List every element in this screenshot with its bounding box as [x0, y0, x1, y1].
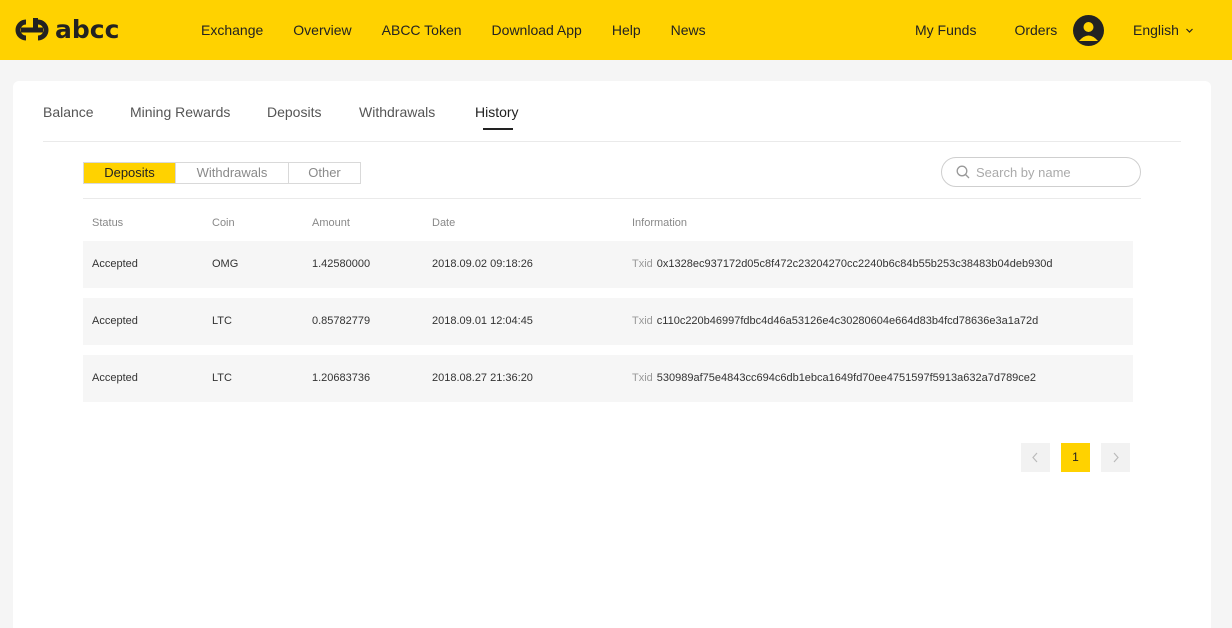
nav-download-app[interactable]: Download App	[492, 0, 582, 60]
chevron-left-icon	[1032, 452, 1038, 463]
active-tab-underline	[483, 128, 513, 130]
row-status: Accepted	[92, 258, 138, 270]
row-amount: 0.85782779	[312, 315, 371, 327]
language-label: English	[1133, 22, 1179, 38]
table-row: Accepted LTC 1.20683736 2018.08.27 21:36…	[83, 355, 1133, 402]
txid-label: Txid	[632, 258, 653, 270]
row-coin: LTC	[212, 372, 232, 384]
row-information: Txid c110c220b46997fdbc4d46a53126e4c30280…	[632, 315, 1038, 327]
tab-withdrawals[interactable]: Withdrawals	[359, 104, 435, 120]
column-header-date: Date	[432, 217, 456, 229]
row-coin: LTC	[212, 315, 232, 327]
nav-overview[interactable]: Overview	[293, 0, 351, 60]
search-box	[941, 157, 1141, 187]
funds-tabs: Balance Mining Rewards Deposits Withdraw…	[43, 81, 1181, 142]
column-header-information: Information	[632, 217, 688, 229]
row-information: Txid 530989af75e4843cc694c6db1ebca1649fd7…	[632, 372, 1036, 384]
row-date: 2018.09.01 12:04:45	[432, 315, 533, 327]
row-amount: 1.20683736	[312, 372, 371, 384]
column-header-amount: Amount	[312, 217, 350, 229]
nav-my-funds[interactable]: My Funds	[915, 0, 976, 60]
nav-exchange[interactable]: Exchange	[201, 0, 263, 60]
column-header-status: Status	[92, 217, 124, 229]
history-filter: Deposits Withdrawals Other	[83, 162, 361, 184]
chevron-down-icon	[1185, 28, 1193, 33]
column-header-coin: Coin	[212, 217, 235, 229]
row-status: Accepted	[92, 315, 138, 327]
nav-orders[interactable]: Orders	[1014, 0, 1057, 60]
filter-deposits-button[interactable]: Deposits	[84, 163, 176, 183]
nav-help[interactable]: Help	[612, 0, 641, 60]
txid-value[interactable]: 530989af75e4843cc694c6db1ebca1649fd70ee4…	[657, 372, 1036, 384]
abcc-logo-icon	[15, 18, 49, 41]
txid-label: Txid	[632, 315, 653, 327]
filter-withdrawals-button[interactable]: Withdrawals	[176, 163, 289, 183]
table-row: Accepted LTC 0.85782779 2018.09.01 12:04…	[83, 298, 1133, 345]
txid-value[interactable]: 0x1328ec937172d05c8f472c23204270cc2240b6…	[657, 258, 1053, 270]
row-status: Accepted	[92, 372, 138, 384]
tab-history[interactable]: History	[475, 104, 519, 120]
filter-other-button[interactable]: Other	[289, 163, 360, 183]
nav-news[interactable]: News	[671, 0, 706, 60]
row-coin: OMG	[212, 258, 239, 270]
chevron-right-icon	[1113, 452, 1119, 463]
logo-text: abcc	[55, 15, 120, 44]
txid-label: Txid	[632, 372, 653, 384]
user-avatar-icon[interactable]	[1073, 15, 1104, 46]
row-date: 2018.08.27 21:36:20	[432, 372, 533, 384]
filter-divider	[83, 198, 1141, 199]
txid-value[interactable]: c110c220b46997fdbc4d46a53126e4c30280604e…	[657, 315, 1039, 327]
main-nav: Exchange Overview ABCC Token Download Ap…	[201, 0, 736, 60]
page-1-button[interactable]: 1	[1061, 443, 1090, 472]
language-selector[interactable]: English	[1133, 0, 1194, 60]
tab-mining-rewards[interactable]: Mining Rewards	[130, 104, 230, 120]
tab-balance[interactable]: Balance	[43, 104, 94, 120]
table-row: Accepted OMG 1.42580000 2018.09.02 09:18…	[83, 241, 1133, 288]
nav-abcc-token[interactable]: ABCC Token	[382, 0, 462, 60]
search-icon	[956, 165, 970, 179]
top-navigation-bar: abcc Exchange Overview ABCC Token Downlo…	[0, 0, 1232, 60]
funds-card: Balance Mining Rewards Deposits Withdraw…	[13, 81, 1211, 628]
abcc-logo[interactable]: abcc	[12, 16, 119, 44]
row-information: Txid 0x1328ec937172d05c8f472c23204270cc22…	[632, 258, 1053, 270]
next-page-button[interactable]	[1101, 443, 1130, 472]
search-input[interactable]	[976, 164, 1126, 180]
account-nav: My Funds Orders	[915, 0, 1057, 60]
prev-page-button[interactable]	[1021, 443, 1050, 472]
pagination: 1	[1021, 443, 1131, 472]
tab-deposits[interactable]: Deposits	[267, 104, 321, 120]
row-date: 2018.09.02 09:18:26	[432, 258, 533, 270]
row-amount: 1.42580000	[312, 258, 371, 270]
